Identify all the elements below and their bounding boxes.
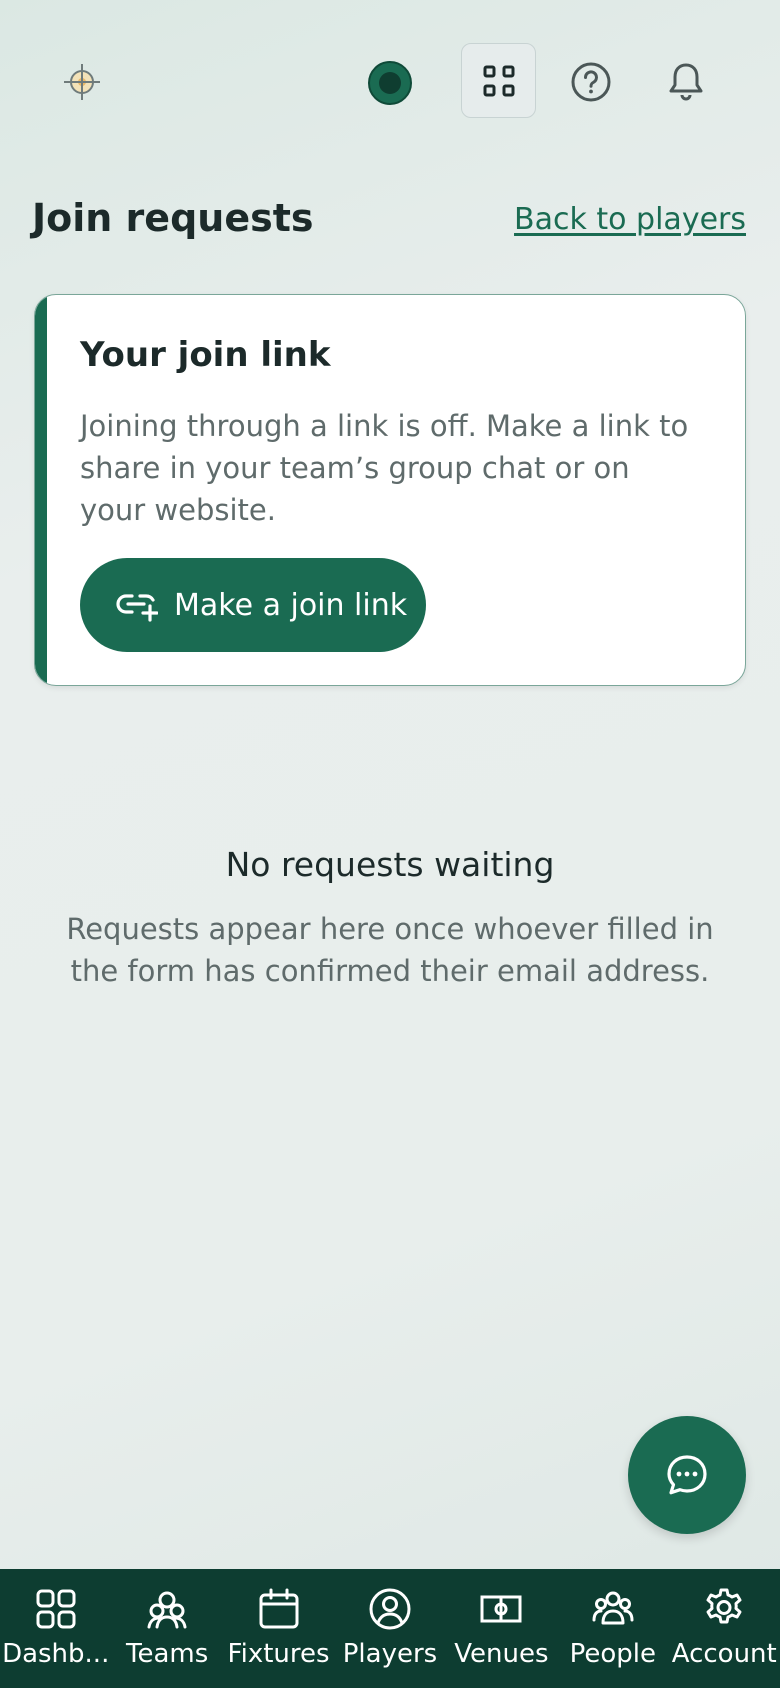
gear-icon: [706, 1588, 742, 1624]
make-join-link-label: Make a join link: [174, 587, 408, 623]
apps-button[interactable]: [461, 43, 536, 118]
page-title: Join requests: [32, 196, 314, 240]
nav-item-people[interactable]: People: [557, 1569, 668, 1688]
avatar-center: [379, 72, 401, 94]
nav-label: Fixtures: [227, 1639, 330, 1669]
back-to-players-link[interactable]: Back to players: [514, 202, 746, 237]
link-add-icon: [116, 594, 158, 622]
chat-bubble-icon: [667, 1455, 707, 1495]
nav-label: Account: [671, 1639, 777, 1669]
apps-grid-icon: [483, 65, 514, 96]
nav-item-fixtures[interactable]: Fixtures: [223, 1569, 334, 1688]
nav-item-venues[interactable]: Venues: [446, 1569, 557, 1688]
top-bar: [0, 0, 780, 160]
bell-icon[interactable]: [666, 60, 706, 102]
nav-item-players[interactable]: Players: [334, 1569, 445, 1688]
teams-icon: [147, 1591, 187, 1629]
nav-label: People: [569, 1639, 657, 1669]
calendar-icon: [259, 1588, 299, 1629]
empty-state-title: No requests waiting: [225, 845, 555, 884]
nav-label: Dashb...: [2, 1639, 110, 1669]
crosshair-logo-icon[interactable]: [62, 62, 102, 102]
nav-item-account[interactable]: Account: [669, 1569, 780, 1688]
pitch-icon: [480, 1595, 522, 1623]
join-link-card: Your join link Joining through a link is…: [34, 294, 746, 686]
card-accent-bar: [35, 295, 47, 685]
nav-label: Players: [342, 1639, 438, 1669]
user-avatar[interactable]: [368, 61, 412, 105]
card-title: Your join link: [80, 335, 331, 375]
dashboard-icon: [36, 1589, 76, 1629]
nav-item-teams[interactable]: Teams: [111, 1569, 222, 1688]
nav-label: Teams: [126, 1639, 209, 1669]
help-circle-icon[interactable]: [570, 61, 612, 103]
bottom-nav: Dashb... Teams Fixtures Players Venues P…: [0, 1569, 780, 1688]
player-icon: [369, 1588, 411, 1630]
card-description: Joining through a link is off. Make a li…: [80, 409, 689, 527]
empty-state-description: Requests appear here once whoever filled…: [66, 912, 714, 988]
people-icon: [592, 1591, 634, 1625]
make-join-link-button[interactable]: Make a join link: [80, 558, 426, 652]
chat-button[interactable]: [628, 1416, 746, 1534]
nav-item-dashboard[interactable]: Dashb...: [0, 1569, 111, 1688]
nav-label: Venues: [454, 1639, 549, 1669]
